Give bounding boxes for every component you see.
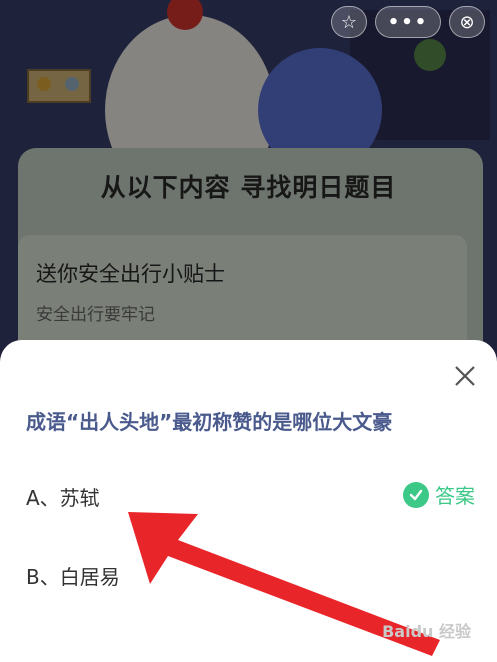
favorite-button[interactable]: ☆ xyxy=(331,6,367,38)
option-a[interactable]: A、苏轼 xyxy=(26,482,100,511)
close-page-button[interactable]: ⊗ xyxy=(449,6,485,38)
close-icon[interactable] xyxy=(453,364,477,388)
option-b[interactable]: B、白居易 xyxy=(26,561,120,590)
close-circle-icon: ⊗ xyxy=(459,11,475,33)
answer-badge: 答案 xyxy=(403,480,475,509)
more-button[interactable]: ••• xyxy=(375,6,441,38)
watermark: Baidu 经验 xyxy=(382,622,471,641)
more-icon: ••• xyxy=(387,11,429,33)
check-icon xyxy=(403,481,429,508)
star-icon: ☆ xyxy=(340,11,358,33)
question-text: 成语“出人头地”最初称赞的是哪位大文豪 xyxy=(26,410,393,434)
answer-label: 答案 xyxy=(435,484,475,508)
top-actions: ☆ ••• ⊗ xyxy=(331,6,485,38)
